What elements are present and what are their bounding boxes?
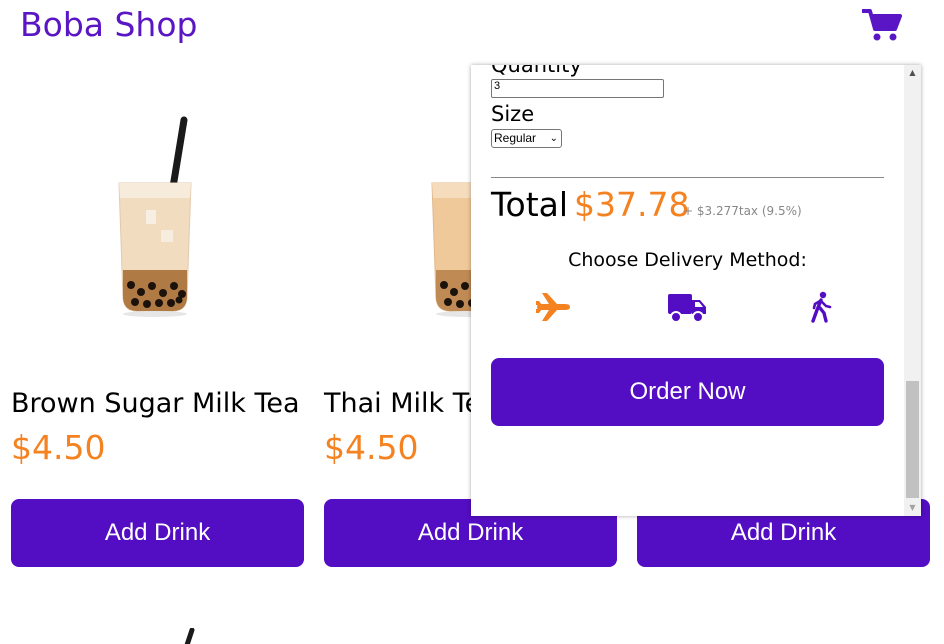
quantity-input[interactable]: 3 (491, 79, 664, 98)
size-select[interactable]: Regular ⌄ (491, 129, 562, 148)
cart-scrollbar[interactable]: ▲ ▼ (904, 65, 921, 516)
chevron-down-icon: ⌄ (549, 133, 558, 144)
shopping-cart-icon[interactable] (862, 8, 902, 42)
divider (491, 177, 884, 178)
total-label: Total (491, 185, 569, 224)
total-amount: $37.78 (574, 185, 690, 224)
quantity-label: Quantity (491, 65, 582, 77)
truck-icon[interactable] (667, 291, 707, 323)
product-price: $4.50 (324, 428, 419, 467)
size-label: Size (491, 102, 535, 126)
walking-icon[interactable] (809, 291, 833, 323)
delivery-method-label: Choose Delivery Method: (568, 249, 807, 271)
scroll-up-icon[interactable]: ▲ (904, 67, 921, 79)
cart-panel: Quantity 3 Size Regular ⌄ Total $37.78 +… (471, 65, 921, 516)
product-image (11, 70, 304, 380)
scrollbar-thumb[interactable] (906, 381, 919, 498)
add-drink-button[interactable]: Add Drink (11, 499, 304, 567)
tax-note: + $3.277tax (9.5%) (683, 204, 802, 218)
shop-title: Boba Shop (20, 5, 198, 44)
product-card: Brown Sugar Milk Tea $4.50 Add Drink (11, 70, 304, 567)
size-selected-value: Regular (494, 131, 537, 145)
product-price: $4.50 (11, 428, 106, 467)
product-name: Brown Sugar Milk Tea (11, 388, 300, 419)
airplane-icon[interactable] (535, 291, 571, 323)
scroll-down-icon[interactable]: ▼ (904, 502, 921, 514)
order-now-button[interactable]: Order Now (491, 358, 884, 426)
product-image (184, 628, 195, 644)
